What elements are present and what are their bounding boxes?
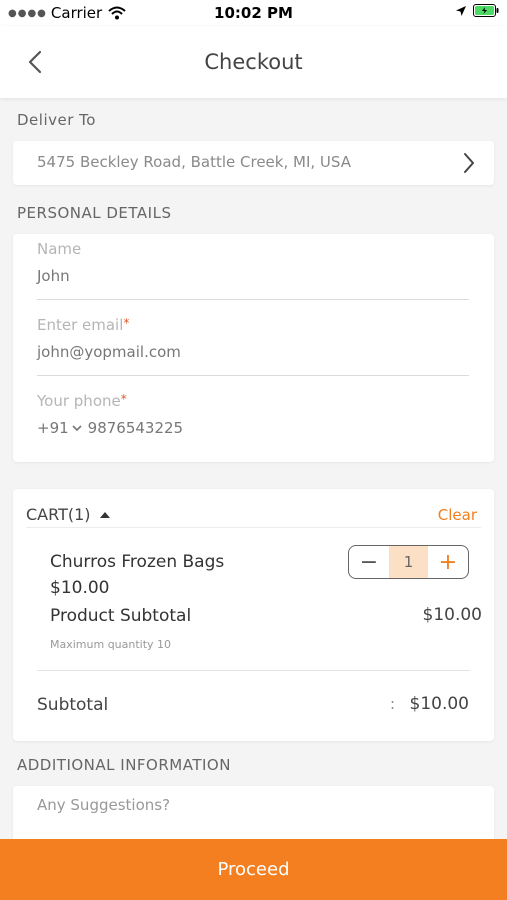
battery-icon: [473, 4, 499, 17]
chevron-down-icon: [72, 425, 82, 432]
quantity-value: 1: [389, 546, 428, 578]
status-bar: ●●●● Carrier 10:02 PM: [0, 0, 507, 26]
chevron-right-icon: [464, 153, 474, 173]
subtotal-label: Subtotal: [37, 695, 109, 715]
cart-toggle[interactable]: CART(1): [26, 505, 111, 524]
email-field[interactable]: Enter email* john@yopmail.com: [37, 316, 469, 376]
clear-cart-button[interactable]: Clear: [438, 506, 477, 524]
personal-details-label: PERSONAL DETAILS: [17, 204, 172, 222]
cart-divider: [37, 670, 470, 671]
subtotal-colon: :: [390, 695, 396, 713]
deliver-address-row[interactable]: 5475 Beckley Road, Battle Creek, MI, USA: [13, 141, 494, 185]
name-field[interactable]: Name John: [37, 240, 469, 300]
email-label-row: Enter email*: [37, 316, 469, 334]
required-mark: *: [123, 316, 130, 330]
country-code-selector[interactable]: +91: [37, 419, 82, 437]
cart-header: CART(1): [26, 505, 91, 524]
page-title: Checkout: [204, 50, 303, 74]
phone-label-row: Your phone*: [37, 392, 469, 410]
cart-header-divider: [26, 527, 481, 528]
proceed-button[interactable]: Proceed: [0, 839, 507, 900]
navigation-bar: Checkout: [0, 26, 507, 98]
increase-quantity-button[interactable]: +: [428, 546, 468, 578]
additional-info-label: ADDITIONAL INFORMATION: [17, 756, 231, 774]
phone-value[interactable]: 9876543225: [88, 419, 183, 437]
location-arrow-icon: [456, 5, 466, 16]
email-value[interactable]: john@yopmail.com: [37, 343, 469, 361]
subtotal-value: $10.00: [409, 694, 469, 714]
country-code: +91: [37, 419, 69, 437]
email-underline: [37, 375, 469, 376]
status-right: [455, 4, 499, 17]
name-underline: [37, 299, 469, 300]
max-quantity-note: Maximum quantity 10: [50, 638, 172, 651]
phone-field[interactable]: Your phone* +91 9876543225: [37, 392, 469, 437]
product-subtotal-value: $10.00: [422, 605, 482, 625]
product-subtotal-label: Product Subtotal: [50, 606, 192, 626]
phone-value-row: +91 9876543225: [37, 419, 469, 437]
phone-label: Your phone: [37, 392, 121, 410]
delivery-address: 5475 Beckley Road, Battle Creek, MI, USA: [37, 153, 351, 171]
quantity-stepper: − 1 +: [348, 545, 469, 579]
name-value[interactable]: John: [37, 267, 469, 285]
cart-card: CART(1) Clear Churros Frozen Bags $10.00…: [13, 489, 494, 741]
required-mark: *: [120, 392, 127, 406]
deliver-to-label: Deliver To: [17, 111, 96, 129]
cart-item-name: Churros Frozen Bags: [50, 552, 225, 572]
email-label: Enter email: [37, 316, 124, 334]
name-label: Name: [37, 240, 82, 258]
status-time: 10:02 PM: [214, 4, 293, 22]
personal-details-card: Name John Enter email* john@yopmail.com …: [13, 234, 494, 462]
cart-item-price: $10.00: [50, 578, 110, 598]
suggestions-placeholder: Any Suggestions?: [37, 796, 171, 814]
caret-up-icon: [99, 511, 110, 518]
decrease-quantity-button[interactable]: −: [349, 546, 389, 578]
